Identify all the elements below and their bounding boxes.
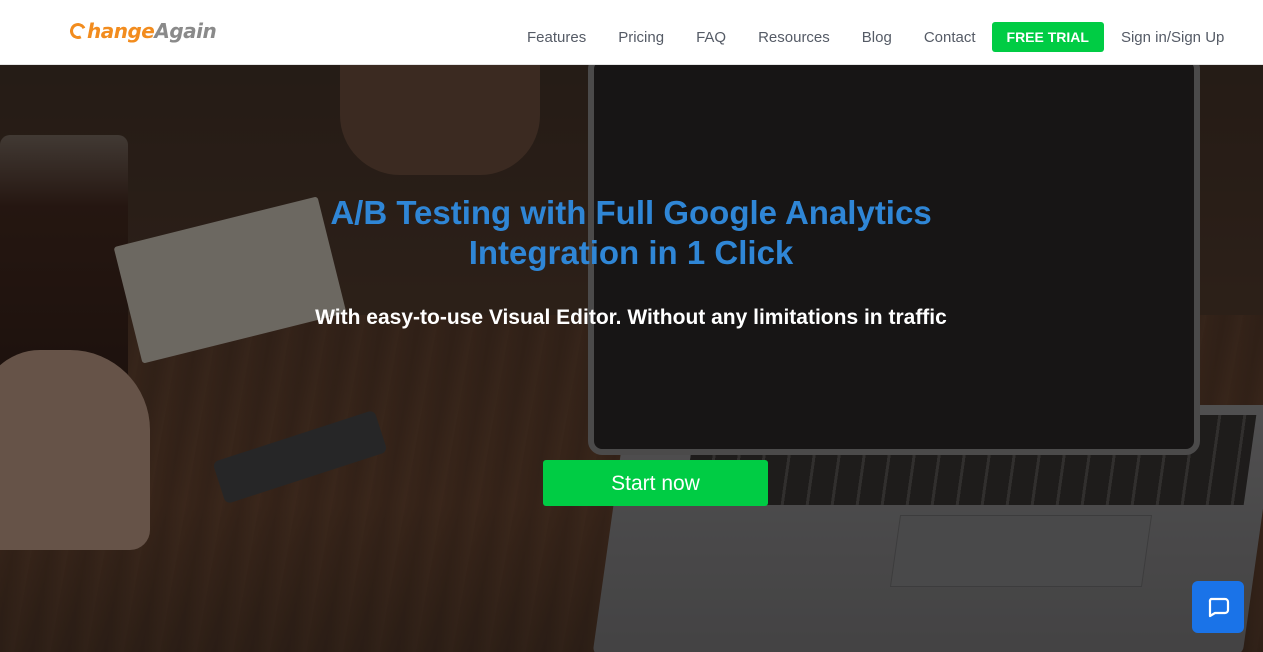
main-nav: Features Pricing FAQ Resources Blog Cont…	[527, 22, 1224, 52]
chat-bubble-icon	[1208, 597, 1230, 618]
hero-subtitle: With easy-to-use Visual Editor. Without …	[315, 306, 947, 329]
logo-text-again: Again	[154, 19, 217, 43]
chat-widget-button[interactable]	[1192, 581, 1244, 633]
nav-pricing[interactable]: Pricing	[618, 29, 664, 46]
nav-resources[interactable]: Resources	[758, 29, 830, 46]
logo-c-icon	[67, 20, 89, 42]
hero-title-line-1: A/B Testing with Full Google Analytics	[330, 194, 932, 231]
start-now-button[interactable]: Start now	[543, 460, 768, 506]
nav-features[interactable]: Features	[527, 29, 586, 46]
free-trial-button[interactable]: FREE TRIAL	[991, 22, 1104, 52]
sign-in-sign-up-link[interactable]: Sign in/Sign Up	[1121, 29, 1224, 46]
logo-text-change: hange	[87, 19, 155, 43]
hero-title-line-2: Integration in 1 Click	[468, 234, 794, 271]
hero-title: A/B Testing with Full Google Analytics I…	[231, 193, 1031, 273]
hero-dark-overlay	[0, 65, 1263, 652]
changeagain-logo[interactable]: hange Again	[67, 19, 217, 43]
nav-blog[interactable]: Blog	[862, 29, 892, 46]
nav-faq[interactable]: FAQ	[696, 29, 726, 46]
nav-contact[interactable]: Contact	[924, 29, 976, 46]
site-header: hange Again Features Pricing FAQ Resourc…	[0, 0, 1263, 65]
hero-section: A/B Testing with Full Google Analytics I…	[0, 65, 1263, 652]
